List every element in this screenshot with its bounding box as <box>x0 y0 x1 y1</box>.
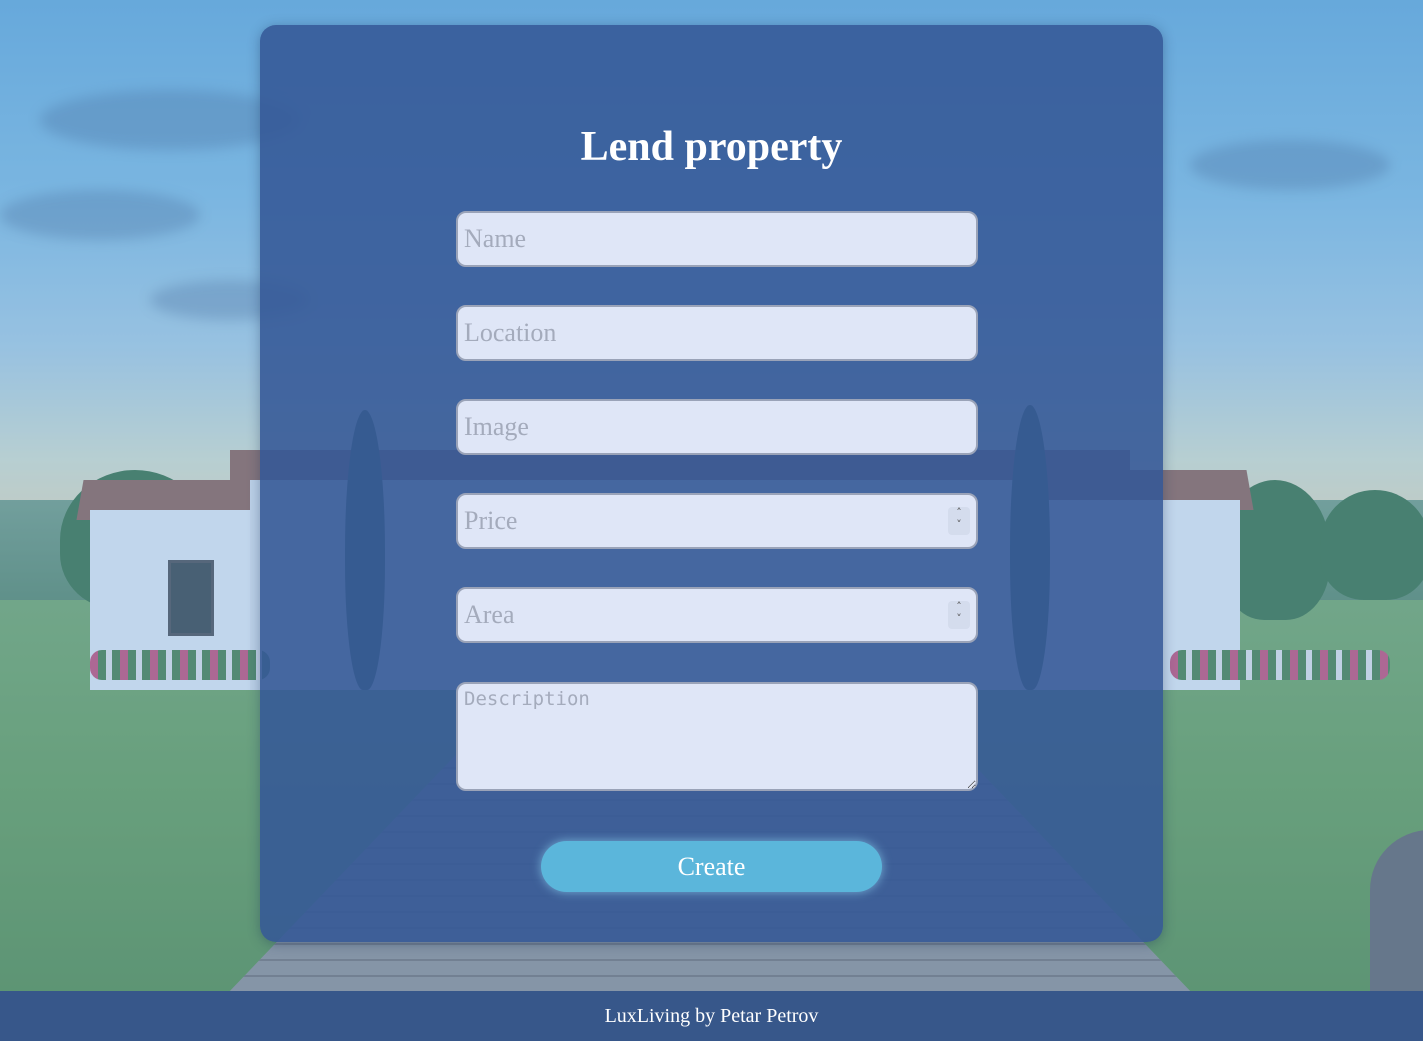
area-field: ˄˅ <box>456 587 978 643</box>
form-title: Lend property <box>580 124 843 170</box>
description-textarea[interactable] <box>456 682 978 791</box>
price-input[interactable] <box>456 493 978 549</box>
name-input[interactable] <box>456 211 978 267</box>
footer: LuxLiving by Petar Petrov <box>0 991 1423 1041</box>
lend-property-form: Lend property ˄˅ ˄˅ Create <box>260 25 1163 942</box>
area-input[interactable] <box>456 587 978 643</box>
price-field: ˄˅ <box>456 493 978 549</box>
spinner-up-down-icon[interactable]: ˄ ˅ <box>948 601 970 629</box>
footer-credit: LuxLiving by Petar Petrov <box>604 1005 819 1027</box>
spinner-up-down-icon[interactable]: ˄ ˅ <box>948 507 970 535</box>
image-input[interactable] <box>456 399 978 455</box>
create-button[interactable]: Create <box>541 841 882 892</box>
location-input[interactable] <box>456 305 978 361</box>
